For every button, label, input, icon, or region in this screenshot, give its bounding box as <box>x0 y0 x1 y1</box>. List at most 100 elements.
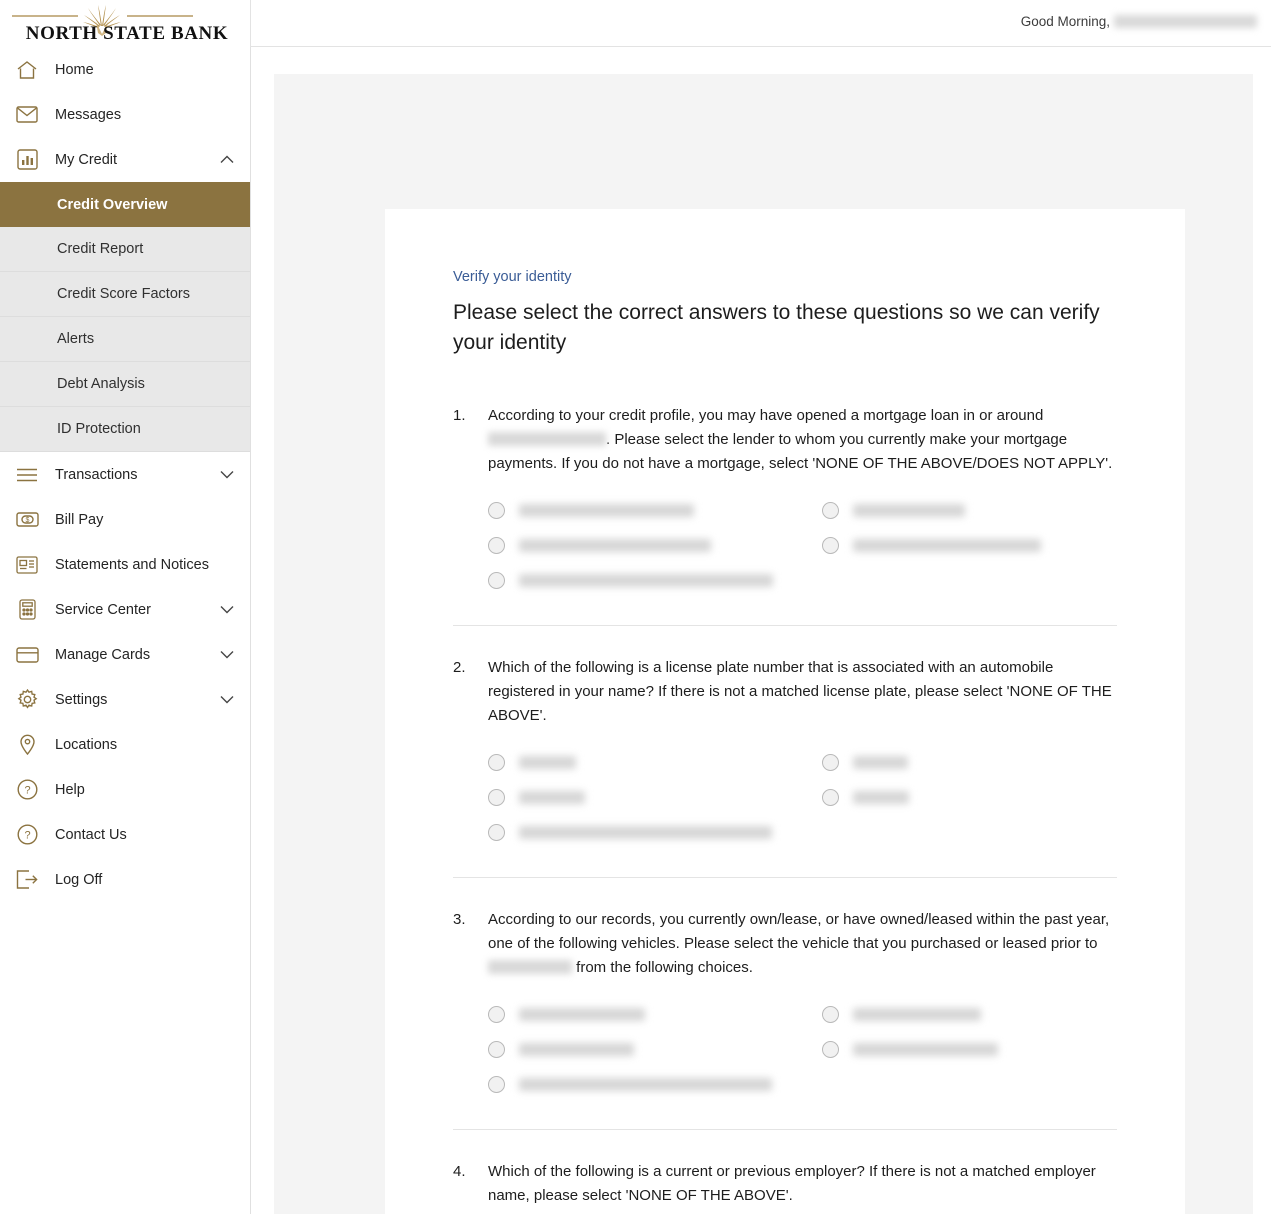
sidebar-item-manage-cards[interactable]: Manage Cards <box>0 632 250 677</box>
sidebar-label: Contact Us <box>55 826 127 843</box>
submenu-label: Credit Report <box>57 241 144 257</box>
sidebar-item-messages[interactable]: Messages <box>0 92 250 137</box>
answer-option[interactable] <box>822 753 1156 771</box>
sidebar-label: Service Center <box>55 601 151 618</box>
sidebar-label: Settings <box>55 691 108 708</box>
sidebar-item-bill-pay[interactable]: $ Bill Pay <box>0 497 250 542</box>
sidebar-item-contact-us[interactable]: ? Contact Us <box>0 812 250 857</box>
question-2: 2. Which of the following is a license p… <box>453 656 1117 843</box>
radio-button[interactable] <box>822 1040 839 1058</box>
radio-button[interactable] <box>822 788 839 806</box>
answer-option[interactable] <box>488 1040 822 1058</box>
radio-button[interactable] <box>488 753 505 771</box>
sidebar-label: Home <box>55 61 94 78</box>
sidebar-item-settings[interactable]: Settings <box>0 677 250 722</box>
main-sidebar: Home Messages My Credit Credit Overview … <box>0 47 251 1214</box>
eyebrow-verify-identity[interactable]: Verify your identity <box>453 269 1117 285</box>
question-text: According to your credit profile, you ma… <box>488 404 1117 476</box>
answer-label-redacted <box>519 825 772 839</box>
sidebar-item-credit-overview[interactable]: Credit Overview <box>0 182 250 227</box>
calculator-icon <box>10 596 44 624</box>
question-divider <box>453 1128 1117 1130</box>
chevron-up-icon[interactable] <box>214 147 240 173</box>
question-number: 2. <box>453 658 466 676</box>
answer-label-redacted <box>519 1007 645 1021</box>
app-root: Good Morning, NORTH STATE BANK Home Mess… <box>0 0 1271 1214</box>
envelope-icon <box>10 101 44 129</box>
chevron-down-icon[interactable] <box>214 597 240 623</box>
user-greeting: Good Morning, <box>1021 14 1257 29</box>
question-divider <box>453 876 1117 878</box>
chevron-down-icon[interactable] <box>214 642 240 668</box>
answer-label-redacted <box>519 755 576 769</box>
sidebar-item-alerts[interactable]: Alerts <box>0 317 250 362</box>
answer-option-none-of-the-above[interactable] <box>488 1075 822 1093</box>
answer-label-redacted <box>519 573 773 587</box>
radio-button[interactable] <box>488 536 505 554</box>
submenu-label: ID Protection <box>57 421 141 437</box>
sidebar-item-help[interactable]: ? Help <box>0 767 250 812</box>
answer-label-redacted <box>853 538 1041 552</box>
page-title: Please select the correct answers to the… <box>453 301 1100 354</box>
answer-option[interactable] <box>822 536 1156 554</box>
sidebar-item-service-center[interactable]: Service Center <box>0 587 250 632</box>
answer-label-redacted <box>853 755 908 769</box>
question-text: Which of the following is a current or p… <box>488 1162 1096 1204</box>
dollar-bill-icon: $ <box>10 506 44 534</box>
question-divider <box>453 624 1117 626</box>
sidebar-item-id-protection[interactable]: ID Protection <box>0 407 250 452</box>
question-text-after: from the following choices. <box>576 958 753 976</box>
answer-option-none-of-the-above[interactable] <box>488 571 822 589</box>
radio-button[interactable] <box>488 571 505 589</box>
bar-chart-icon <box>10 146 44 174</box>
answer-option[interactable] <box>488 788 822 806</box>
radio-button[interactable] <box>822 1005 839 1023</box>
answer-label-redacted <box>853 1042 998 1056</box>
question-text-before: According to our records, you currently … <box>488 910 1110 952</box>
answer-option[interactable] <box>822 788 1156 806</box>
sidebar-label: Help <box>55 781 85 798</box>
answer-option[interactable] <box>822 1040 1156 1058</box>
sidebar-item-locations[interactable]: Locations <box>0 722 250 767</box>
answer-option[interactable] <box>488 1005 822 1023</box>
answer-option-none-of-the-above[interactable] <box>488 823 822 841</box>
gear-icon <box>10 686 44 714</box>
sidebar-item-credit-score-factors[interactable]: Credit Score Factors <box>0 272 250 317</box>
question-3: 3. According to our records, you current… <box>453 908 1117 1095</box>
redacted-date <box>488 959 572 974</box>
chevron-down-icon[interactable] <box>214 687 240 713</box>
radio-button[interactable] <box>488 1075 505 1093</box>
radio-button[interactable] <box>488 1005 505 1023</box>
radio-button[interactable] <box>488 788 505 806</box>
svg-text:?: ? <box>24 785 30 797</box>
radio-button[interactable] <box>488 823 505 841</box>
sidebar-item-transactions[interactable]: Transactions <box>0 452 250 497</box>
radio-button[interactable] <box>822 501 839 519</box>
sidebar-item-home[interactable]: Home <box>0 47 250 92</box>
answer-label-redacted <box>519 538 711 552</box>
answer-option[interactable] <box>488 536 822 554</box>
sidebar-item-statements-and-notices[interactable]: Statements and Notices <box>0 542 250 587</box>
answer-option[interactable] <box>822 1005 1156 1023</box>
home-icon <box>10 56 44 84</box>
sidebar-item-log-off[interactable]: Log Off <box>0 857 250 902</box>
answer-option[interactable] <box>488 753 822 771</box>
radio-button[interactable] <box>822 536 839 554</box>
answer-label-redacted <box>519 503 694 517</box>
sidebar-item-debt-analysis[interactable]: Debt Analysis <box>0 362 250 407</box>
sidebar-item-credit-report[interactable]: Credit Report <box>0 227 250 272</box>
radio-button[interactable] <box>822 753 839 771</box>
radio-button[interactable] <box>488 501 505 519</box>
chevron-down-icon[interactable] <box>214 462 240 488</box>
credit-card-icon <box>10 641 44 669</box>
sidebar-item-my-credit[interactable]: My Credit <box>0 137 250 182</box>
answer-options <box>488 501 1117 589</box>
answer-option[interactable] <box>488 501 822 519</box>
sidebar-label: My Credit <box>55 151 118 168</box>
answer-option[interactable] <box>822 501 1156 519</box>
answer-label-redacted <box>519 1077 772 1091</box>
bank-logo[interactable]: NORTH STATE BANK <box>0 0 251 47</box>
submenu-label: Credit Overview <box>57 196 168 213</box>
answer-label-redacted <box>853 1007 981 1021</box>
radio-button[interactable] <box>488 1040 505 1058</box>
